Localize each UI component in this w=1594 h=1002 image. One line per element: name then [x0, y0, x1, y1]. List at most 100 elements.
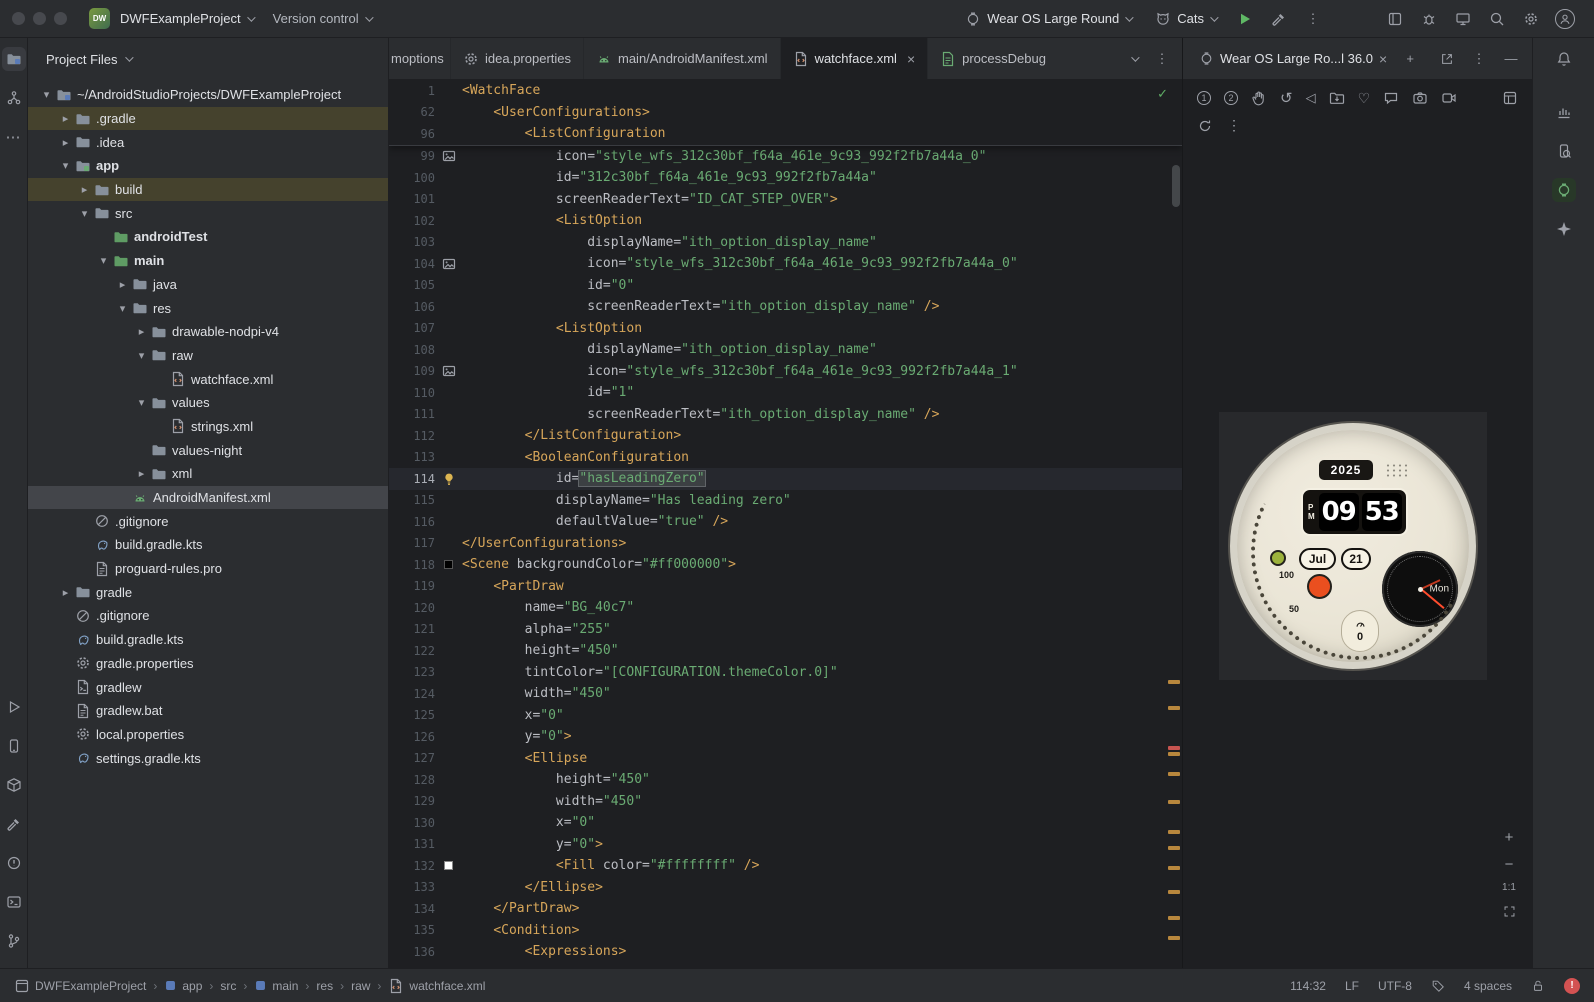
- add-device-button[interactable]: +: [1395, 45, 1425, 73]
- bulb-icon[interactable]: [441, 471, 457, 487]
- project-name-menu[interactable]: DWFExampleProject: [110, 5, 263, 33]
- device-selector[interactable]: Wear OS Large Round: [955, 5, 1141, 33]
- code-line-108[interactable]: 108 displayName="ith_option_display_name…: [389, 339, 1182, 361]
- search-icon[interactable]: [1482, 5, 1512, 33]
- tree-item-strings-xml[interactable]: strings.xml: [28, 415, 388, 439]
- device-tab[interactable]: Wear OS Large Ro...l 36.0 ×: [1193, 51, 1393, 67]
- code-line-110[interactable]: 110 id="1": [389, 382, 1182, 404]
- terminal-icon[interactable]: [2, 890, 26, 914]
- chevron-down-icon[interactable]: ▾: [38, 88, 55, 101]
- zoom-out-button[interactable]: −: [1500, 855, 1518, 873]
- code-line-107[interactable]: 107 <ListOption: [389, 318, 1182, 340]
- code-line-119[interactable]: 119 <PartDraw: [389, 576, 1182, 598]
- code-line-103[interactable]: 103 displayName="ith_option_display_name…: [389, 232, 1182, 254]
- chevron-down-icon[interactable]: ▾: [76, 207, 93, 220]
- device-explorer-icon[interactable]: [1552, 139, 1576, 163]
- editor-scrollbar[interactable]: [1172, 165, 1180, 207]
- tree-item-watchface-xml[interactable]: watchface.xml: [28, 367, 388, 391]
- code-line-132[interactable]: 132 <Fill color="#ffffffff" />: [389, 855, 1182, 877]
- breadcrumb-dwfexampleproject[interactable]: DWFExampleProject: [14, 978, 146, 994]
- hide-panel-icon[interactable]: —: [1496, 45, 1526, 73]
- breadcrumb-src[interactable]: src: [220, 979, 236, 993]
- tree-item-local-properties[interactable]: local.properties: [28, 723, 388, 747]
- more-actions-icon[interactable]: ⋮: [1298, 5, 1328, 33]
- tree-item-build-gradle-kts[interactable]: build.gradle.kts: [28, 533, 388, 557]
- tab-moptions[interactable]: moptions: [389, 38, 451, 79]
- maximize-window-button[interactable]: [54, 12, 67, 25]
- gemini-icon[interactable]: [1552, 217, 1576, 241]
- run-button[interactable]: [1230, 5, 1260, 33]
- structure-icon[interactable]: [2, 86, 26, 110]
- chevron-right-icon[interactable]: ▸: [57, 112, 74, 125]
- tab-options-icon[interactable]: ⋮: [1150, 45, 1174, 73]
- restart-icon[interactable]: [1197, 118, 1213, 134]
- camera-icon[interactable]: [1412, 90, 1428, 106]
- close-icon[interactable]: ×: [1379, 51, 1387, 67]
- profile-avatar[interactable]: [1550, 5, 1580, 33]
- tree-item-build[interactable]: ▸ build: [28, 177, 388, 202]
- code-line-131[interactable]: 131 y="0">: [389, 834, 1182, 856]
- tag-icon[interactable]: [1431, 979, 1445, 993]
- error-stripe-mark[interactable]: [1168, 800, 1180, 804]
- tab-processdebug[interactable]: processDebug: [928, 38, 1048, 79]
- panel-options-icon[interactable]: ⋮: [1464, 45, 1494, 73]
- error-stripe-mark[interactable]: [1168, 680, 1180, 684]
- error-stripe-mark[interactable]: [1168, 890, 1180, 894]
- tree-item-values-night[interactable]: values-night: [28, 438, 388, 462]
- chevron-right-icon[interactable]: ▸: [114, 278, 131, 291]
- tree-item-src[interactable]: ▾ src: [28, 201, 388, 225]
- device-screen[interactable]: 2025 P M 09 53 Jul 21 Mon 100 50 0: [1219, 412, 1496, 689]
- chevron-down-icon[interactable]: ▾: [114, 302, 131, 315]
- code-line-99[interactable]: 99 icon="style_wfs_312c30bf_f64a_461e_9c…: [389, 146, 1182, 168]
- code-line-104[interactable]: 104 icon="style_wfs_312c30bf_f64a_461e_9…: [389, 253, 1182, 275]
- build-icon[interactable]: [2, 812, 26, 836]
- tree-item-settings-gradle-kts[interactable]: settings.gradle.kts: [28, 746, 388, 770]
- line-separator[interactable]: LF: [1345, 979, 1359, 993]
- heart-icon[interactable]: ♡: [1358, 90, 1371, 107]
- chevron-down-icon[interactable]: ▾: [57, 159, 74, 172]
- breadcrumb-app[interactable]: app: [164, 979, 202, 993]
- chevron-down-icon[interactable]: ▾: [133, 396, 150, 409]
- code-line-125[interactable]: 125 x="0": [389, 705, 1182, 727]
- code-line-96[interactable]: 96 <ListConfiguration: [389, 123, 1182, 145]
- code-line-133[interactable]: 133 </Ellipse>: [389, 877, 1182, 899]
- chevron-down-icon[interactable]: ▾: [133, 349, 150, 362]
- more-icon[interactable]: ⋯: [2, 125, 26, 149]
- code-line-62[interactable]: 62 <UserConfigurations>: [389, 102, 1182, 124]
- code-line-113[interactable]: 113 <BooleanConfiguration: [389, 447, 1182, 469]
- tree-item--gitignore[interactable]: .gitignore: [28, 509, 388, 533]
- button-1-icon[interactable]: 1: [1197, 91, 1211, 105]
- code-line-116[interactable]: 116 defaultValue="true" />: [389, 511, 1182, 533]
- tree-item--gitignore[interactable]: .gitignore: [28, 604, 388, 628]
- close-icon[interactable]: ×: [907, 51, 915, 67]
- code-line-120[interactable]: 120 name="BG_40c7": [389, 597, 1182, 619]
- code-line-128[interactable]: 128 height="450": [389, 769, 1182, 791]
- zoom-in-button[interactable]: +: [1500, 828, 1518, 846]
- tree-item-values[interactable]: ▾ values: [28, 391, 388, 415]
- package-icon[interactable]: [2, 773, 26, 797]
- chat-icon[interactable]: [1383, 90, 1399, 106]
- tab-idea-properties[interactable]: idea.properties: [451, 38, 584, 79]
- notifications-icon[interactable]: [1552, 47, 1576, 71]
- tree-item--idea[interactable]: ▸ .idea: [28, 130, 388, 154]
- code-line-118[interactable]: 118 <Scene backgroundColor="#ff000000">: [389, 554, 1182, 576]
- close-window-button[interactable]: [12, 12, 25, 25]
- tree-item-gradle-properties[interactable]: gradle.properties: [28, 652, 388, 676]
- code-line-117[interactable]: 117 </UserConfigurations>: [389, 533, 1182, 555]
- error-stripe-mark[interactable]: [1168, 916, 1180, 920]
- devices-icon[interactable]: [2, 734, 26, 758]
- problems-icon[interactable]: [2, 851, 26, 875]
- tab-main-androidmanifest-xml[interactable]: main/AndroidManifest.xml: [584, 38, 781, 79]
- version-control-icon[interactable]: [2, 929, 26, 953]
- profiler-icon[interactable]: [1552, 100, 1576, 124]
- code-line-127[interactable]: 127 <Ellipse: [389, 748, 1182, 770]
- open-in-window-icon[interactable]: [1432, 45, 1462, 73]
- code-line-106[interactable]: 106 screenReaderText="ith_option_display…: [389, 296, 1182, 318]
- code-line-123[interactable]: 123 tintColor="[CONFIGURATION.themeColor…: [389, 662, 1182, 684]
- layout-icon[interactable]: [1502, 90, 1518, 106]
- error-stripe-mark[interactable]: [1168, 706, 1180, 710]
- code-line-109[interactable]: 109 icon="style_wfs_312c30bf_f64a_461e_9…: [389, 361, 1182, 383]
- error-stripe-mark[interactable]: [1168, 866, 1180, 870]
- caret-position[interactable]: 114:32: [1290, 979, 1326, 993]
- tree-item-gradlew-bat[interactable]: gradlew.bat: [28, 699, 388, 723]
